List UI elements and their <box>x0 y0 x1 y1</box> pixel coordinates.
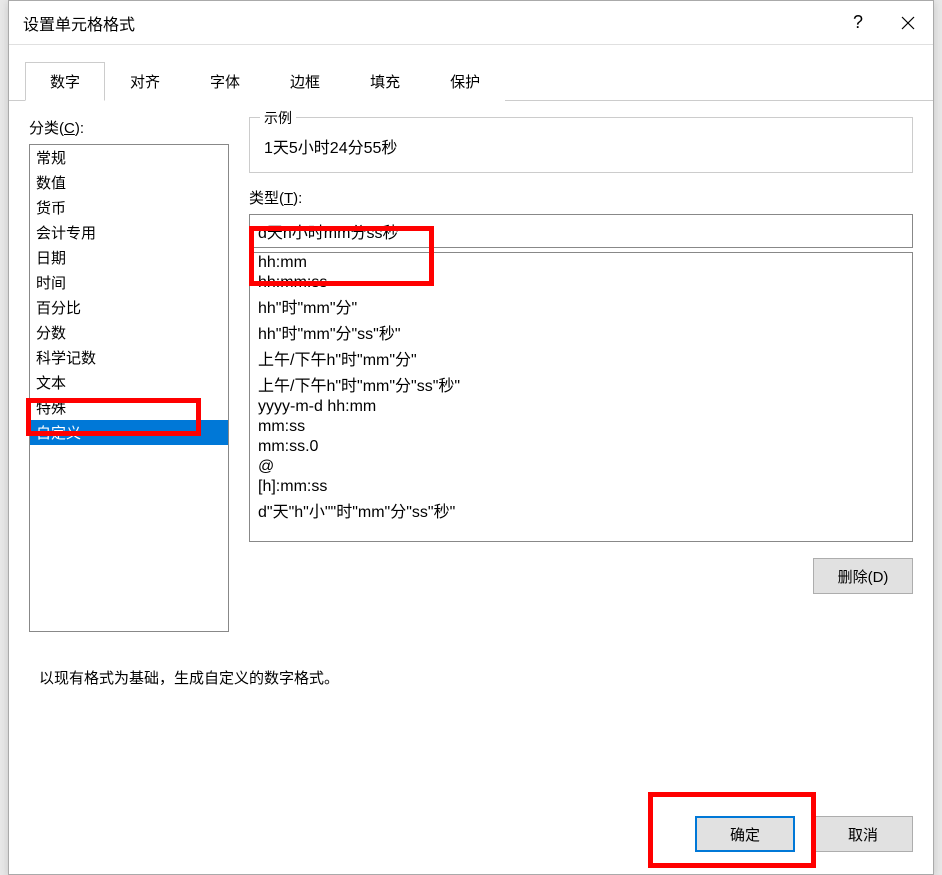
tab-bar: 数字对齐字体边框填充保护 <box>9 45 933 101</box>
sample-legend: 示例 <box>260 108 296 128</box>
cancel-button[interactable]: 取消 <box>813 816 913 852</box>
format-item[interactable]: mm:ss.0 <box>250 437 912 457</box>
category-item[interactable]: 科学记数 <box>30 345 228 370</box>
format-item[interactable]: hh:mm <box>250 253 912 273</box>
category-item[interactable]: 文本 <box>30 370 228 395</box>
description-text: 以现有格式为基础，生成自定义的数字格式。 <box>39 667 339 688</box>
sample-box: 示例 1天5小时24分55秒 <box>249 117 913 173</box>
format-item[interactable]: hh"时"mm"分"ss"秒" <box>250 319 912 345</box>
sample-value: 1天5小时24分55秒 <box>264 134 898 158</box>
tab-5[interactable]: 保护 <box>425 62 505 101</box>
format-list[interactable]: hh:mmhh:mm:sshh"时"mm"分"hh"时"mm"分"ss"秒"上午… <box>249 252 913 542</box>
close-icon <box>901 16 915 30</box>
category-item[interactable]: 时间 <box>30 270 228 295</box>
type-input[interactable] <box>249 214 913 248</box>
category-label: 分类(C): <box>29 117 229 138</box>
category-item[interactable]: 会计专用 <box>30 220 228 245</box>
dialog-title: 设置单元格格式 <box>23 11 833 35</box>
format-item[interactable]: hh:mm:ss <box>250 273 912 293</box>
titlebar: 设置单元格格式 ? <box>9 1 933 45</box>
category-item[interactable]: 分数 <box>30 320 228 345</box>
tab-4[interactable]: 填充 <box>345 62 425 101</box>
category-item[interactable]: 日期 <box>30 245 228 270</box>
format-cells-dialog: 设置单元格格式 ? 数字对齐字体边框填充保护 分类(C): 常规数值货币会计专用… <box>8 0 934 875</box>
category-item[interactable]: 特殊 <box>30 395 228 420</box>
ok-button[interactable]: 确定 <box>695 816 795 852</box>
close-button[interactable] <box>883 1 933 45</box>
tab-1[interactable]: 对齐 <box>105 62 185 101</box>
delete-row: 删除(D) <box>249 558 913 594</box>
category-item[interactable]: 数值 <box>30 170 228 195</box>
format-item[interactable]: 上午/下午h"时"mm"分"ss"秒" <box>250 371 912 397</box>
tab-3[interactable]: 边框 <box>265 62 345 101</box>
format-item[interactable]: d"天"h"小""时"mm"分"ss"秒" <box>250 497 912 523</box>
format-item[interactable]: 上午/下午h"时"mm"分" <box>250 345 912 371</box>
format-item[interactable]: yyyy-m-d hh:mm <box>250 397 912 417</box>
format-item[interactable]: [h]:mm:ss <box>250 477 912 497</box>
delete-button[interactable]: 删除(D) <box>813 558 913 594</box>
help-button[interactable]: ? <box>833 1 883 45</box>
tab-0[interactable]: 数字 <box>25 62 105 101</box>
category-item[interactable]: 自定义 <box>30 420 228 445</box>
category-item[interactable]: 常规 <box>30 145 228 170</box>
category-list[interactable]: 常规数值货币会计专用日期时间百分比分数科学记数文本特殊自定义 <box>29 144 229 632</box>
category-item[interactable]: 百分比 <box>30 295 228 320</box>
tab-2[interactable]: 字体 <box>185 62 265 101</box>
settings-column: 示例 1天5小时24分55秒 类型(T): hh:mmhh:mm:sshh"时"… <box>249 117 913 632</box>
footer-buttons: 确定 取消 <box>695 816 913 852</box>
format-item[interactable]: hh"时"mm"分" <box>250 293 912 319</box>
format-item[interactable]: mm:ss <box>250 417 912 437</box>
dialog-content: 分类(C): 常规数值货币会计专用日期时间百分比分数科学记数文本特殊自定义 示例… <box>9 101 933 648</box>
format-item[interactable]: @ <box>250 457 912 477</box>
category-column: 分类(C): 常规数值货币会计专用日期时间百分比分数科学记数文本特殊自定义 <box>29 117 229 632</box>
type-label: 类型(T): <box>249 187 913 208</box>
category-item[interactable]: 货币 <box>30 195 228 220</box>
